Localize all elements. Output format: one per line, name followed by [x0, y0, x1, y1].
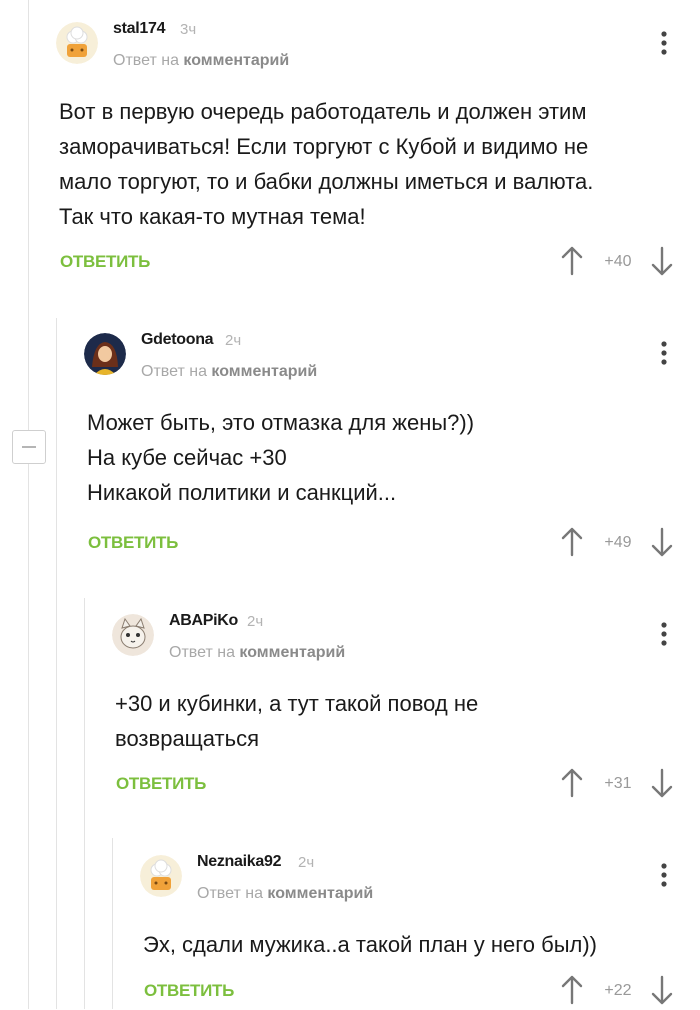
timestamp: 2ч — [298, 854, 315, 871]
comment-body: Эх, сдали мужика..а такой план у него бы… — [143, 927, 597, 962]
username[interactable]: Neznaika92 — [197, 853, 281, 871]
more-options-icon[interactable] — [654, 862, 674, 890]
comment: Neznaika92 2ч Ответ на комментарий Эх, с… — [0, 0, 700, 1009]
avatar[interactable] — [140, 855, 182, 897]
reply-prefix: Ответ на — [197, 885, 263, 902]
reply-button[interactable]: ОТВЕТИТЬ — [144, 981, 234, 1001]
downvote-arrow-icon[interactable] — [650, 975, 674, 1005]
vote-score: +22 — [604, 982, 632, 999]
chef-hat-avatar-icon — [140, 855, 182, 897]
reply-to-link[interactable]: Ответ на комментарий — [197, 885, 373, 903]
upvote-arrow-icon[interactable] — [560, 975, 584, 1005]
comment-line: Эх, сдали мужика..а такой план у него бы… — [143, 932, 597, 957]
reply-target: комментарий — [267, 885, 374, 902]
